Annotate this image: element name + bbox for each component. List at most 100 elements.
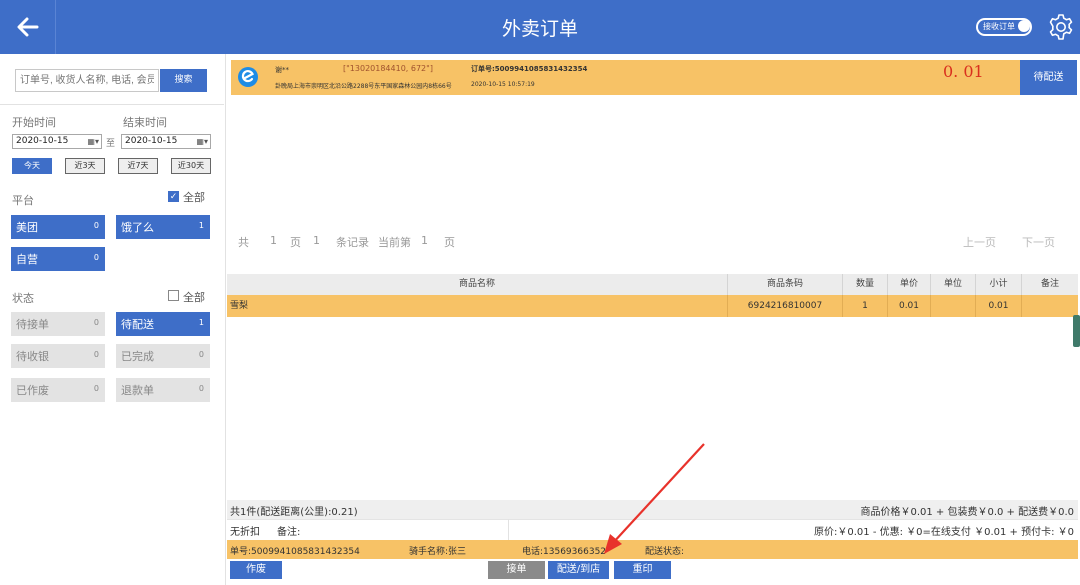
filter-sidebar: 搜索 开始时间 结束时间 2020-10-15 ▦▾ 至 2020-10-15 … <box>0 54 226 585</box>
platform-all-label: 全部 <box>183 191 205 204</box>
table-row[interactable]: 雪梨 6924216810007 1 0.01 0.01 <box>227 295 1078 317</box>
status-tile-voided[interactable]: 已作废 0 <box>11 378 105 402</box>
col-header-price: 单价 <box>887 274 930 295</box>
tile-count: 0 <box>93 350 99 359</box>
cell-subtotal: 0.01 <box>975 295 1021 317</box>
order-time: 2020-10-15 10:57:19 <box>471 81 535 88</box>
platform-tile-meituan[interactable]: 美团 0 <box>11 215 105 239</box>
tile-label: 已作废 <box>16 384 49 397</box>
range-7days-button[interactable]: 近7天 <box>118 158 158 174</box>
tile-label: 美团 <box>16 221 38 234</box>
pager-pages: 1 <box>270 234 277 247</box>
order-coords: ["13020184410, 672"] <box>343 64 433 73</box>
pager-records-label: 条记录 <box>336 236 369 249</box>
receive-order-toggle[interactable]: 接收订单 <box>976 18 1032 36</box>
range-30days-button[interactable]: 近30天 <box>171 158 211 174</box>
info-order-no: 单号:5009941085831432354 <box>230 547 360 557</box>
cell-barcode: 6924216810007 <box>727 295 842 317</box>
items-table-header: 商品名称 商品条码 数量 单价 单位 小计 备注 <box>227 274 1078 295</box>
order-status-badge[interactable]: 待配送 <box>1020 60 1077 95</box>
prev-page-button[interactable]: 上一页 <box>963 234 996 250</box>
tile-count: 0 <box>93 384 99 393</box>
divider <box>0 104 224 105</box>
status-tile-refund[interactable]: 退款单 0 <box>116 378 210 402</box>
payment-breakdown: 原价:￥0.01 - 优惠: ￥0=在线支付 ￥0.01 + 预付卡: ￥0 <box>814 527 1074 538</box>
next-page-button[interactable]: 下一页 <box>1022 234 1055 250</box>
pager-current-unit: 页 <box>444 236 455 249</box>
calendar-icon[interactable]: ▦▾ <box>87 137 99 146</box>
platform-tile-eleme[interactable]: 饿了么 1 <box>116 215 210 239</box>
status-tile-pending-delivery[interactable]: 待配送 1 <box>116 312 210 336</box>
range-today-button[interactable]: 今天 <box>12 158 52 174</box>
remark-label: 备注: <box>277 527 301 538</box>
range-3days-button[interactable]: 近3天 <box>65 158 105 174</box>
end-date-value: 2020-10-15 <box>125 136 178 146</box>
order-number: 订单号:5009941085831432354 <box>471 65 588 73</box>
tile-count: 1 <box>198 318 204 327</box>
calendar-icon[interactable]: ▦▾ <box>196 137 208 146</box>
search-button[interactable]: 搜索 <box>160 69 207 92</box>
order-amount: 0. 01 <box>943 62 984 81</box>
tile-label: 待收银 <box>16 350 49 363</box>
settings-button[interactable] <box>1046 11 1076 43</box>
start-time-label: 开始时间 <box>12 116 56 129</box>
pager-current: 1 <box>421 234 428 247</box>
tile-count: 0 <box>93 253 99 262</box>
platform-tile-self[interactable]: 自营 0 <box>11 247 105 271</box>
cell-remark <box>1021 295 1078 317</box>
divider <box>508 519 509 540</box>
side-scroll-handle[interactable] <box>1073 315 1080 347</box>
reprint-button[interactable]: 重印 <box>614 561 671 579</box>
end-time-label: 结束时间 <box>123 116 167 129</box>
status-tile-pending-cashier[interactable]: 待收银 0 <box>11 344 105 368</box>
col-header-qty: 数量 <box>842 274 887 295</box>
cell-qty: 1 <box>842 295 887 317</box>
discount-label: 无折扣 <box>230 527 260 538</box>
status-all-label: 全部 <box>183 291 205 304</box>
search-input[interactable] <box>15 69 159 92</box>
col-header-name: 商品名称 <box>458 279 495 289</box>
col-header-unit: 单位 <box>930 274 975 295</box>
info-rider: 骑手名称:张三 <box>409 547 467 557</box>
pager-records: 1 <box>313 234 320 247</box>
col-header-subtotal: 小计 <box>975 274 1021 295</box>
deliver-button[interactable]: 配送/到店 <box>548 561 609 579</box>
tile-label: 退款单 <box>121 384 154 397</box>
order-address: 卦晚局上海市崇明区北沿公路2288号东平国家森林公园内8栋66号 <box>275 83 452 90</box>
order-customer: 谢** <box>275 66 289 74</box>
platform-all-checkbox[interactable]: ✓ <box>168 191 179 202</box>
tile-label: 自营 <box>16 253 38 266</box>
accept-button[interactable]: 接单 <box>488 561 545 579</box>
tile-count: 0 <box>93 221 99 230</box>
page-title: 外卖订单 <box>501 18 578 40</box>
status-label: 状态 <box>12 292 34 305</box>
status-all-checkbox[interactable] <box>168 290 179 301</box>
start-date-value: 2020-10-15 <box>16 136 69 146</box>
tile-count: 0 <box>93 318 99 327</box>
tile-count: 1 <box>198 221 204 230</box>
status-tile-completed[interactable]: 已完成 0 <box>116 344 210 368</box>
cell-name: 雪梨 <box>230 301 249 311</box>
pager-page-unit: 页 <box>290 236 301 249</box>
tile-label: 饿了么 <box>121 221 154 234</box>
col-header-barcode: 商品条码 <box>727 274 842 295</box>
to-label: 至 <box>106 139 116 149</box>
tile-count: 0 <box>198 350 204 359</box>
col-header-remark: 备注 <box>1021 274 1078 295</box>
top-bar: 外卖订单 接收订单 <box>0 0 1080 54</box>
end-date-field[interactable]: 2020-10-15 ▦▾ <box>121 134 211 149</box>
tile-label: 待接单 <box>16 318 49 331</box>
pager-current-label: 当前第 <box>378 236 411 249</box>
annotation-arrow-icon <box>604 443 705 554</box>
tile-count: 0 <box>198 384 204 393</box>
cell-price: 0.01 <box>887 295 930 317</box>
pager-total-prefix: 共 <box>238 236 249 249</box>
start-date-field[interactable]: 2020-10-15 ▦▾ <box>12 134 102 149</box>
status-tile-pending-accept[interactable]: 待接单 0 <box>11 312 105 336</box>
gear-icon <box>1049 14 1073 40</box>
order-card[interactable]: 谢** ["13020184410, 672"] 订单号:50099410858… <box>231 60 1077 95</box>
price-breakdown: 商品价格￥0.01 + 包装费￥0.0 + 配送费￥0.0 <box>860 507 1074 518</box>
void-button[interactable]: 作废 <box>230 561 282 579</box>
toggle-knob <box>1018 20 1030 32</box>
tile-label: 待配送 <box>121 318 154 331</box>
